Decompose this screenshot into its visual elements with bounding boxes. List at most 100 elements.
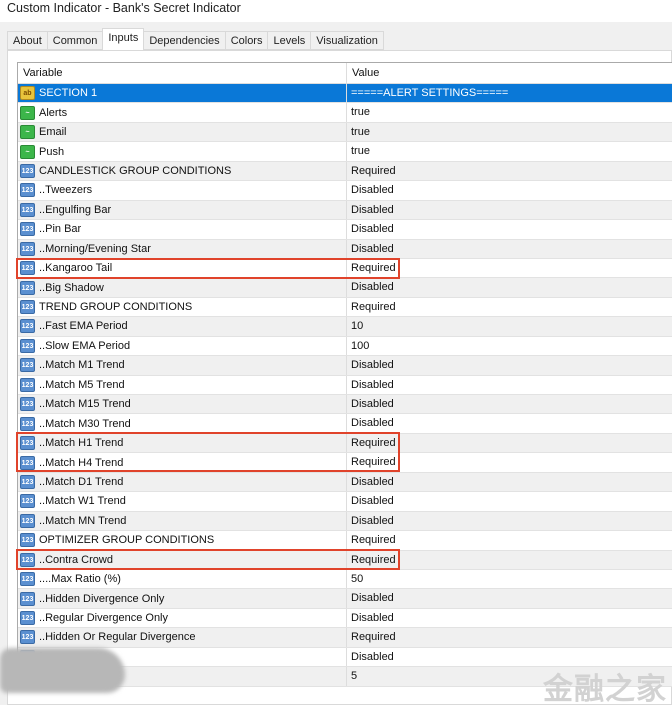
table-row[interactable]: 123 ..Fast EMA Period 10	[18, 317, 672, 337]
variable-cell: 123 ..Big Shadow	[18, 278, 347, 297]
value-cell[interactable]: Disabled	[347, 609, 672, 627]
table-row[interactable]: ab SECTION 1 =====ALERT SETTINGS=====	[18, 84, 672, 104]
tab-dependencies[interactable]: Dependencies	[143, 31, 226, 50]
variable-cell: 123 ..Hidden Divergence Only	[18, 589, 347, 608]
highlight-box-h1-h4	[16, 432, 400, 472]
variable-cell: 123 ..Match M30 Trend	[18, 414, 347, 433]
value-cell[interactable]: Disabled	[347, 220, 672, 238]
variable-name: TREND GROUP CONDITIONS	[39, 301, 193, 314]
number-type-icon: 123	[20, 513, 35, 528]
table-row[interactable]: 123 ..Match M5 Trend Disabled	[18, 375, 672, 395]
table-row[interactable]: 123 ..Hidden Or Regular Divergence Require…	[18, 628, 672, 648]
table-row[interactable]: 123 ..Big Shadow Disabled	[18, 278, 672, 298]
value-cell[interactable]: Disabled	[347, 473, 672, 491]
variable-name: ..Morning/Evening Star	[39, 242, 151, 255]
number-type-icon: 123	[20, 377, 35, 392]
table-row[interactable]: 123 ..Engulfing Bar Disabled	[18, 200, 672, 221]
tab-inputs[interactable]: Inputs	[102, 28, 145, 50]
variable-name: SECTION 1	[39, 87, 98, 100]
variable-cell: 123 ..Match M5 Trend	[18, 375, 347, 394]
value-cell[interactable]: Disabled	[347, 512, 672, 530]
variable-cell: 123 ..Match M15 Trend	[18, 395, 347, 414]
value-cell[interactable]: Disabled	[347, 181, 672, 199]
value-cell[interactable]: 10	[347, 317, 672, 335]
table-row[interactable]: 123 ..Slow EMA Period 100	[18, 336, 672, 357]
variable-name: ..Match D1 Trend	[39, 475, 124, 488]
column-header-value[interactable]: Value	[347, 63, 672, 83]
table-row[interactable]: 123 CANDLESTICK GROUP CONDITIONS Required	[18, 161, 672, 182]
redaction-blur	[0, 648, 125, 693]
value-cell[interactable]: Required	[347, 162, 672, 180]
number-type-icon: 123	[20, 494, 35, 509]
variable-cell: 123 ..Match D1 Trend	[18, 472, 347, 492]
number-type-icon: 123	[20, 416, 35, 431]
variable-cell: 123 ..Match MN Trend	[18, 511, 347, 531]
table-row[interactable]: 123 ..Match MN Trend Disabled	[18, 511, 672, 532]
table-row[interactable]: 123 ..Match M15 Trend Disabled	[18, 395, 672, 415]
variable-cell: 123 ..Tweezers	[18, 181, 347, 200]
table-row[interactable]: 123 ..Match W1 Trend Disabled	[18, 492, 672, 512]
number-type-icon: 123	[20, 241, 35, 256]
tab-about[interactable]: About	[7, 31, 48, 50]
value-cell[interactable]: Disabled	[347, 492, 672, 510]
value-cell[interactable]: Disabled	[347, 376, 672, 394]
variable-cell: 123 CANDLESTICK GROUP CONDITIONS	[18, 161, 347, 181]
variable-cell: 123 ....Max Ratio (%)	[18, 569, 347, 589]
table-row[interactable]: 123 ..Regular Divergence Only Disabled	[18, 608, 672, 629]
variable-cell: ~ Email	[18, 122, 347, 142]
tab-colors[interactable]: Colors	[224, 31, 269, 50]
variable-cell: ~ Alerts	[18, 103, 347, 122]
value-cell[interactable]: Required	[347, 298, 672, 316]
value-cell[interactable]: true	[347, 123, 672, 141]
value-cell[interactable]: Disabled	[347, 414, 672, 432]
value-cell[interactable]: Required	[347, 628, 672, 646]
string-type-icon: ab	[20, 86, 35, 101]
value-cell[interactable]: 100	[347, 337, 672, 355]
highlight-box-kangaroo	[16, 258, 400, 279]
variable-cell: 123 ..Engulfing Bar	[18, 200, 347, 220]
column-header-variable[interactable]: Variable	[18, 63, 347, 83]
window-title: Custom Indicator - Bank's Secret Indicat…	[7, 1, 241, 15]
number-type-icon: 123	[20, 300, 35, 315]
table-row[interactable]: 123 TREND GROUP CONDITIONS Required	[18, 297, 672, 318]
table-row[interactable]: ~ Push true	[18, 142, 672, 162]
table-row[interactable]: 123 ..Hidden Divergence Only Disabled	[18, 589, 672, 609]
highlight-box-contra-crowd	[16, 549, 400, 570]
table-row[interactable]: 123 ....Max Ratio (%) 50	[18, 569, 672, 590]
table-row[interactable]: 123 ..Tweezers Disabled	[18, 181, 672, 201]
value-cell[interactable]: true	[347, 142, 672, 160]
table-row[interactable]: 123 ..Pin Bar Disabled	[18, 220, 672, 240]
table-row[interactable]: ~ Alerts true	[18, 103, 672, 123]
table-row[interactable]: 123 ..Morning/Evening Star Disabled	[18, 239, 672, 259]
boolean-type-icon: ~	[20, 105, 35, 120]
variable-name: Email	[39, 126, 67, 139]
table-row[interactable]: 123 ..Match M1 Trend Disabled	[18, 356, 672, 376]
value-cell[interactable]: true	[347, 103, 672, 121]
value-cell[interactable]: =====ALERT SETTINGS=====	[347, 84, 672, 102]
value-cell[interactable]: Disabled	[347, 278, 672, 296]
value-cell[interactable]: Disabled	[347, 395, 672, 413]
number-type-icon: 123	[20, 183, 35, 198]
table-row[interactable]: 123 ..Match D1 Trend Disabled	[18, 472, 672, 493]
variable-name: ..Match W1 Trend	[39, 495, 126, 508]
value-cell[interactable]: Disabled	[347, 201, 672, 219]
value-cell[interactable]: Disabled	[347, 589, 672, 607]
variable-cell: 123 ..Slow EMA Period	[18, 336, 347, 356]
variable-name: ..Big Shadow	[39, 281, 104, 294]
variable-name: ..Tweezers	[39, 184, 93, 197]
value-cell[interactable]: Disabled	[347, 240, 672, 258]
tab-levels[interactable]: Levels	[267, 31, 312, 50]
tab-common[interactable]: Common	[46, 31, 104, 50]
variable-name: ..Fast EMA Period	[39, 320, 128, 333]
variable-name: ..Slow EMA Period	[39, 339, 131, 352]
table-row[interactable]: 123 ..Match M30 Trend Disabled	[18, 414, 672, 434]
watermark-logo: 金融之家	[543, 673, 667, 706]
table-row[interactable]: 123 OPTIMIZER GROUP CONDITIONS Required	[18, 531, 672, 551]
tab-visualization[interactable]: Visualization	[310, 31, 384, 50]
value-cell[interactable]: Required	[347, 531, 672, 549]
table-row[interactable]: ~ Email true	[18, 122, 672, 143]
value-cell[interactable]: Disabled	[347, 356, 672, 374]
variable-cell: ab SECTION 1	[18, 84, 347, 103]
variable-name: ..Hidden Or Regular Divergence	[39, 631, 196, 644]
value-cell[interactable]: 50	[347, 570, 672, 588]
